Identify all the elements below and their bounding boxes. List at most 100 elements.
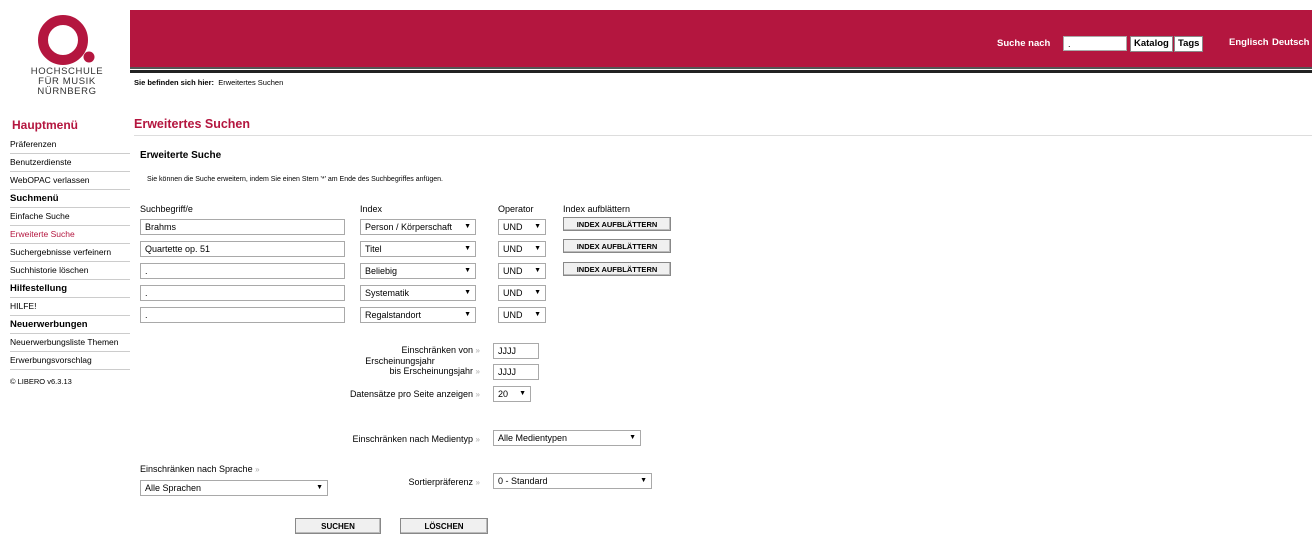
year-to-label: bis Erscheinungsjahr » [330,366,480,377]
term-input-5[interactable] [140,307,345,323]
operator-select-2[interactable]: UND ▼ [498,241,546,257]
language-label-text: Einschränken nach Sprache [140,464,253,474]
breadcrumb-prefix: Sie befinden sich hier: [134,78,215,87]
title-divider [134,135,1312,136]
index-select-2-value: Titel [365,244,382,254]
language-select[interactable]: Alle Sprachen ▼ [140,480,328,496]
operator-select-3[interactable]: UND ▼ [498,263,546,279]
sidebar-item-einfache-suche[interactable]: Einfache Suche [10,208,130,226]
chevron-down-icon: ▼ [464,245,471,252]
sort-select[interactable]: 0 - Standard ▼ [493,473,652,489]
operator-select-5-value: UND [503,310,523,320]
logo-mark-icon [38,15,95,65]
sidebar-section-neuerwerbungen: Neuerwerbungen [10,316,130,334]
sort-select-value: 0 - Standard [498,476,548,486]
chevron-down-icon: ▼ [534,245,541,252]
page-title: Erweitertes Suchen [134,117,251,131]
sidebar-item-webopac-verlassen[interactable]: WebOPAC verlassen [10,172,130,190]
sidebar-title: Hauptmenü [12,118,78,132]
form-subtitle: Erweiterte Suche [140,150,222,161]
operator-select-1-value: UND [503,222,523,232]
chevron-down-icon: ▼ [464,311,471,318]
chevron-down-icon: ▼ [640,477,647,484]
chevron-down-icon: ▼ [464,223,471,230]
libero-version: © LIBERO v6.3.13 [10,377,72,386]
term-input-1[interactable] [140,219,345,235]
sidebar-item-suchhistorie-loeschen[interactable]: Suchhistorie löschen [10,262,130,280]
per-page-label: Datensätze pro Seite anzeigen » [300,389,480,400]
chevron-down-icon: ▼ [464,289,471,296]
lang-english-link[interactable]: Englisch [1229,37,1269,48]
media-type-label: Einschränken nach Medientyp » [280,434,480,445]
sidebar-item-benutzerdienste[interactable]: Benutzerdienste [10,154,130,172]
chevron-down-icon: ▼ [519,390,526,397]
operator-select-5[interactable]: UND ▼ [498,307,546,323]
index-select-2[interactable]: Titel ▼ [360,241,476,257]
operator-select-2-value: UND [503,244,523,254]
per-page-select-value: 20 [498,389,509,399]
sidebar-section-suchmenue: Suchmenü [10,190,130,208]
operator-select-4-value: UND [503,288,523,298]
index-select-4[interactable]: Systematik ▼ [360,285,476,301]
term-input-3[interactable] [140,263,345,279]
language-select-value: Alle Sprachen [145,483,202,493]
browse-index-button-3[interactable]: INDEX AUFBLÄTTERN [563,262,671,276]
browse-index-button-2[interactable]: INDEX AUFBLÄTTERN [563,239,671,253]
media-type-label-text: Einschränken nach Medientyp [352,434,474,444]
chevron-down-icon: ▼ [534,289,541,296]
sidebar-item-praeferenzen[interactable]: Präferenzen [10,136,130,154]
sidebar-section-hilfestellung: Hilfestellung [10,280,130,298]
column-header-operator: Operator [498,204,534,214]
chevron-down-icon: ▼ [534,267,541,274]
year-from-input[interactable] [493,343,539,359]
arrow-icon: » [475,478,480,487]
index-select-3[interactable]: Beliebig ▼ [360,263,476,279]
year-from-label-text: Einschränken von [401,345,474,355]
sidebar-item-neuerwerbungsliste[interactable]: Neuerwerbungsliste Themen [10,334,130,352]
media-type-select[interactable]: Alle Medientypen ▼ [493,430,641,446]
search-hint: Sie können die Suche erweitern, indem Si… [147,176,443,183]
sidebar-item-erwerbungsvorschlag[interactable]: Erwerbungsvorschlag [10,352,130,370]
sidebar-item-hilfe[interactable]: HILFE! [10,298,130,316]
index-select-5-value: Regalstandort [365,310,422,320]
index-select-1-value: Person / Körperschaft [365,222,453,232]
index-select-3-value: Beliebig [365,266,398,276]
column-header-index: Index [360,204,383,214]
per-page-select[interactable]: 20 ▼ [493,386,531,402]
breadcrumb-current: Erweitertes Suchen [218,78,284,87]
year-to-label-text: bis Erscheinungsjahr [389,366,474,376]
header-stripe [130,67,1312,75]
chevron-down-icon: ▼ [534,311,541,318]
operator-select-4[interactable]: UND ▼ [498,285,546,301]
year-from-label: Einschränken von » [330,345,480,356]
chevron-down-icon: ▼ [464,267,471,274]
chevron-down-icon: ▼ [316,484,323,491]
year-mid-label: Erscheinungsjahr [365,356,435,366]
sort-label-text: Sortierpräferenz [408,477,474,487]
chevron-down-icon: ▼ [629,434,636,441]
tags-button[interactable]: Tags [1174,36,1204,52]
per-page-label-text: Datensätze pro Seite anzeigen [349,389,474,399]
column-header-browse: Index aufblättern [563,204,631,214]
arrow-icon: » [475,367,480,376]
term-input-2[interactable] [140,241,345,257]
sidebar-item-erweiterte-suche[interactable]: Erweiterte Suche [10,226,130,244]
sidebar-item-suchergebnisse-verfeinern[interactable]: Suchergebnisse verfeinern [10,244,130,262]
operator-select-3-value: UND [503,266,523,276]
arrow-icon: » [475,390,480,399]
browse-index-button-1[interactable]: INDEX AUFBLÄTTERN [563,217,671,231]
arrow-icon: » [255,465,260,474]
term-input-4[interactable] [140,285,345,301]
logo-line-3: NÜRNBERG [37,86,97,97]
hfm-logo[interactable]: HOCHSCHULE FÜR MUSIK NÜRNBERG [0,0,128,104]
chevron-down-icon: ▼ [534,223,541,230]
index-select-1[interactable]: Person / Körperschaft ▼ [360,219,476,235]
quick-search-input[interactable] [1063,36,1127,51]
lang-deutsch-link[interactable]: Deutsch [1272,37,1309,48]
katalog-button[interactable]: Katalog [1130,36,1173,52]
index-select-5[interactable]: Regalstandort ▼ [360,307,476,323]
operator-select-1[interactable]: UND ▼ [498,219,546,235]
arrow-icon: » [475,346,480,355]
year-to-input[interactable] [493,364,539,380]
breadcrumb: Sie befinden sich hier: Erweitertes Such… [134,78,283,87]
